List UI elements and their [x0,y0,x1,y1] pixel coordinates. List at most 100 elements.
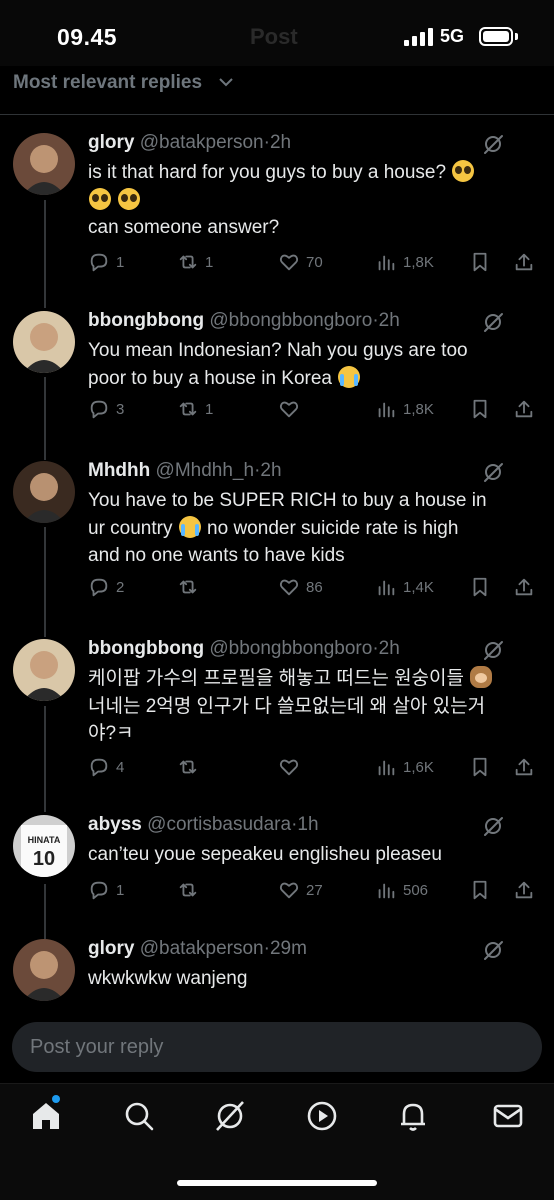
timestamp: 2h [378,310,400,331]
author-handle[interactable]: @batakperson [140,938,264,959]
author-handle[interactable]: @Mhdhh_h [156,460,255,481]
like-icon [279,579,299,596]
avatar[interactable] [13,639,75,701]
reply-button[interactable]: 2 [88,573,124,601]
tab-home[interactable] [28,1095,64,1134]
share-icon [515,253,533,271]
avatar[interactable]: HINATA 10 [13,815,75,877]
reply-input[interactable] [12,1022,542,1072]
share-button[interactable] [513,395,535,423]
text-line: ur country no wonder suicide rate is hig… [88,515,528,543]
bookmark-button[interactable] [469,876,491,904]
likes-count: 27 [306,881,323,899]
reply-item[interactable]: Mhdhh @Mhdhh_h·2h You have to be SUPER RI… [0,459,554,637]
author-name[interactable]: bbongbbong [88,638,204,659]
reply-button[interactable]: 4 [88,753,124,781]
reposts-count: 1 [205,400,214,418]
text-line [88,187,528,215]
grok-icon[interactable] [482,639,504,661]
reply-item[interactable]: HINATA 10 abyss @cortisbasudara·1h can’teu … [0,813,554,937]
repost-button[interactable] [177,573,205,601]
grok-icon[interactable] [482,311,504,333]
like-button[interactable]: 70 [278,248,323,276]
text-line: 야?ㅋ [88,720,528,748]
views-button[interactable]: 1,8K [375,395,434,423]
cell-signal-icon [404,28,434,46]
tab-grok[interactable] [212,1098,248,1134]
reply-button[interactable]: 1 [88,876,124,904]
views-button[interactable]: 1,6K [375,753,434,781]
like-icon [279,759,299,776]
reply-button[interactable]: 1 [88,248,124,276]
grok-icon[interactable] [482,939,504,961]
text-content: wkwkwkw wanjeng [88,968,248,989]
author-name[interactable]: Mhdhh [88,460,150,481]
reply-text: You have to be SUPER RICH to buy a house… [88,487,528,570]
text-content: You mean Indonesian? Nah you guys are to… [88,340,468,361]
repost-button[interactable]: 1 [177,248,213,276]
timestamp: 1h [297,814,319,835]
bookmark-button[interactable] [469,753,491,781]
author-name[interactable]: glory [88,132,134,153]
page-title: Post [250,24,298,49]
author-name[interactable]: bbongbbong [88,310,204,331]
share-button[interactable] [513,573,535,601]
views-count: 1,4K [403,578,434,596]
like-button[interactable] [278,395,306,423]
views-button[interactable]: 1,8K [375,248,434,276]
like-button[interactable] [278,753,306,781]
reply-text: 케이팝 가수의 프로필을 해놓고 떠드는 원숭이들 너네는 2억명 인구가 다 … [88,665,528,748]
share-button[interactable] [513,876,535,904]
bookmark-button[interactable] [469,248,491,276]
home-indicator [177,1180,377,1186]
grok-icon[interactable] [482,133,504,155]
views-button[interactable]: 506 [375,876,428,904]
repost-button[interactable]: 1 [177,395,213,423]
avatar[interactable] [13,133,75,195]
author-handle[interactable]: @bbongbbongboro [209,638,372,659]
repost-button[interactable] [177,753,205,781]
views-button[interactable]: 1,4K [375,573,434,601]
tab-search[interactable] [121,1098,157,1134]
replies-count: 1 [116,881,125,899]
avatar[interactable] [13,939,75,1001]
grok-icon[interactable] [482,461,504,483]
repost-button[interactable] [177,876,205,904]
reply-item[interactable]: bbongbbong @bbongbbongboro·2h You mean In… [0,309,554,459]
avatar[interactable] [13,311,75,373]
reply-header: bbongbbong @bbongbbongboro·2h [88,309,400,333]
author-handle[interactable]: @bbongbbongboro [209,310,372,331]
timestamp: 2h [260,460,282,481]
reply-item[interactable]: bbongbbong @bbongbbongboro·2h 케이팝 가수의 프로필… [0,637,554,813]
share-button[interactable] [513,248,535,276]
reply-icon [90,253,108,272]
svg-text:10: 10 [33,848,55,870]
reply-item[interactable]: glory @batakperson·29m wkwkwkw wanjeng [0,937,554,1017]
tab-video[interactable] [304,1098,340,1134]
sort-selector[interactable]: Most relevant replies [0,66,554,114]
replies-count: 1 [116,253,125,271]
like-button[interactable]: 86 [278,573,323,601]
author-handle[interactable]: @batakperson [140,132,264,153]
author-name[interactable]: abyss [88,814,142,835]
action-bar: 4 1,6K [88,753,538,781]
search-icon [125,1102,154,1131]
author-name[interactable]: glory [88,938,134,959]
avatar[interactable] [13,461,75,523]
tab-notifications[interactable] [395,1098,431,1134]
like-button[interactable]: 27 [278,876,323,904]
tab-messages[interactable] [490,1098,526,1134]
reply-item[interactable]: glory @batakperson·2h is it that hard for… [0,131,554,309]
reply-header: glory @batakperson·29m [88,937,307,961]
action-bar: 3 1 1,8K [88,395,538,423]
share-button[interactable] [513,753,535,781]
reply-button[interactable]: 3 [88,395,124,423]
bookmark-button[interactable] [469,573,491,601]
text-line: You have to be SUPER RICH to buy a house… [88,487,528,515]
home-icon [33,1103,59,1129]
author-handle[interactable]: @cortisbasudara [147,814,291,835]
views-count: 1,6K [403,758,434,776]
grok-icon[interactable] [482,815,504,837]
bookmark-button[interactable] [469,395,491,423]
text-content: poor to buy a house in Korea [88,367,333,389]
